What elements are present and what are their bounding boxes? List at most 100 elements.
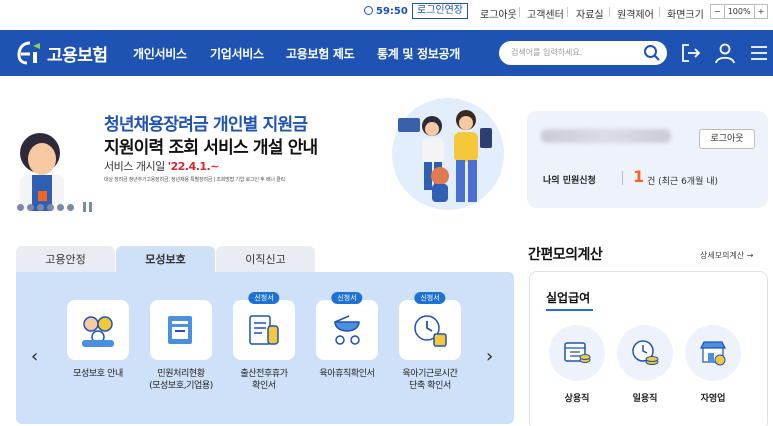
user-icon[interactable]: [714, 42, 736, 64]
menu-personal[interactable]: 개인서비스: [133, 45, 187, 62]
service-maternity-guide[interactable]: 모성보호 안내: [58, 300, 138, 380]
application-count[interactable]: 1: [633, 167, 644, 186]
search-box[interactable]: 검색어를 입력하세요.: [499, 41, 667, 65]
calc-title: 간편모의계산: [528, 247, 603, 263]
service-icon-box: [67, 300, 129, 360]
open-label: 서비스 개시일: [104, 160, 165, 173]
service-icon-box: 신청서: [233, 292, 295, 360]
customer-center-link[interactable]: 고객센터: [527, 6, 564, 21]
service-tabs: 고용안정 모성보호 이직신고 ‹ › 모성보호 안내 민원처리현황 (모성보호,…: [16, 246, 514, 424]
service-label: 출산전후휴가 확인서: [240, 369, 288, 391]
panel-logout-button[interactable]: 로그아웃: [699, 129, 755, 149]
global-nav: 고용보험 개인서비스 기업서비스 고용보험 제도 통계 및 정보공개 검색어를 …: [0, 30, 773, 76]
title-underline: [546, 309, 593, 311]
calc-detail-link[interactable]: 상세모의계산 →: [700, 250, 753, 261]
service-childcare-leave-cert[interactable]: 신청서 육아휴직확인서: [307, 292, 387, 380]
menu-statistics[interactable]: 통계 및 정보공개: [377, 45, 460, 62]
pagination-dot[interactable]: [37, 203, 44, 211]
divider: [519, 7, 520, 17]
chevron-right-icon[interactable]: ›: [486, 346, 493, 367]
banner-title-1: 청년채용장려금 개인별 지원금: [104, 115, 308, 135]
tab-employment-stability[interactable]: 고용안정: [16, 246, 115, 273]
form-bottle-icon: [249, 315, 279, 345]
calc-card: 실업급여 상용직 일용직 자영업: [529, 271, 768, 426]
service-label: 모성보호 안내: [73, 369, 123, 379]
menu-icon[interactable]: [748, 42, 770, 64]
application-badge: 신청서: [414, 292, 446, 304]
pagination-dot[interactable]: [17, 203, 24, 211]
divider: [609, 7, 610, 17]
service-icon-box: 신청서: [316, 292, 378, 360]
calc-item-circle: [549, 325, 605, 381]
calc-card-title: 실업급여: [546, 291, 591, 305]
pagination-dot[interactable]: [47, 203, 54, 211]
document-icon: [168, 316, 192, 344]
user-name-masked: [541, 129, 671, 143]
tab-turnover-report[interactable]: 이직신고: [216, 246, 315, 273]
application-badge: 신청서: [248, 292, 280, 304]
calc-item-circle: [685, 325, 741, 381]
banner-open-date: 서비스 개시일 '22.4.1.~: [104, 158, 219, 174]
divider: [567, 7, 568, 17]
banner-person-illustration: [20, 133, 64, 211]
timer-value: 59:50: [376, 6, 408, 17]
menu-system[interactable]: 고용보험 제도: [286, 45, 355, 62]
logout-icon[interactable]: [680, 42, 702, 64]
logo-mark-icon: [17, 41, 40, 65]
pagination-dot[interactable]: [57, 203, 64, 211]
stroller-icon: [334, 315, 360, 345]
banner-workers-illustration: [392, 98, 504, 210]
divider: [659, 7, 660, 17]
family-icon: [82, 316, 114, 347]
zoom-out-button[interactable]: −: [711, 5, 725, 18]
service-icon-box: 신청서: [399, 292, 461, 360]
calc-item-daily[interactable]: 일용직: [616, 325, 674, 404]
open-date: '22.4.1.~: [167, 160, 220, 173]
logo-text: 고용보험: [47, 45, 108, 66]
pagination-dot[interactable]: [67, 203, 74, 211]
menu-enterprise[interactable]: 기업서비스: [210, 45, 264, 62]
service-label: 육아휴직확인서: [319, 369, 375, 379]
screen-size-label: 화면크기: [667, 10, 704, 21]
remote-control-link[interactable]: 원격제어: [617, 6, 654, 21]
session-timer: 59:50: [364, 6, 408, 17]
application-badge: 신청서: [331, 292, 363, 304]
tab-panel: ‹ › 모성보호 안내 민원처리현황 (모성보호,기업용) 신청서 출산전후휴가…: [16, 272, 514, 424]
service-maternity-leave-cert[interactable]: 신청서 출산전후휴가 확인서: [224, 292, 304, 392]
calc-item-label: 상용직: [564, 394, 590, 404]
calc-item-self-employed[interactable]: 자영업: [684, 325, 742, 404]
clock-icon: [364, 6, 373, 15]
utility-bar: 59:50 로그인연장 로그아웃 고객센터 자료실 원격제어 화면크기 − 10…: [0, 0, 773, 24]
banner-pagination: [17, 202, 95, 212]
pause-icon[interactable]: [83, 202, 92, 212]
service-complaint-status[interactable]: 민원처리현황 (모성보호,기업용): [141, 300, 221, 392]
library-link[interactable]: 자료실: [576, 6, 604, 21]
service-label: 민원처리현황 (모성보호,기업용): [149, 369, 213, 391]
calc-item-regular[interactable]: 상용직: [548, 325, 606, 404]
zoom-in-button[interactable]: +: [755, 5, 768, 18]
calc-item-circle: [617, 325, 673, 381]
banner-detail: 대상 장려금 청년추가고용장려금, 청년채용 특별장려금 | 조회방법 기업 로…: [104, 177, 285, 183]
calendar-coins-icon: [564, 342, 591, 363]
chevron-left-icon[interactable]: ‹: [31, 346, 38, 367]
store-icon: [700, 341, 726, 366]
tab-maternity[interactable]: 모성보호: [116, 246, 215, 273]
login-extend-button[interactable]: 로그인연장: [412, 3, 468, 19]
clock-coins-icon: [632, 340, 659, 365]
service-icon-box: [150, 300, 212, 360]
banner-title-2: 지원이력 조회 서비스 개설 안내: [104, 138, 318, 158]
search-input[interactable]: 검색어를 입력하세요.: [511, 47, 582, 58]
clock-document-icon: [414, 315, 447, 347]
application-count-suffix: 건 (최근 6개월 내): [647, 177, 719, 187]
zoom-value: 100%: [725, 5, 755, 18]
calc-item-label: 자영업: [700, 394, 726, 404]
calc-item-label: 일용직: [632, 394, 658, 404]
pagination-dot[interactable]: [27, 203, 34, 211]
service-label: 육아기근로시간 단축 확인서: [402, 369, 458, 391]
search-icon[interactable]: [643, 44, 661, 62]
service-working-hours-reduction[interactable]: 신청서 육아기근로시간 단축 확인서: [390, 292, 470, 392]
logo[interactable]: 고용보험: [16, 39, 108, 67]
zoom-control: − 100% +: [710, 4, 769, 19]
logout-link[interactable]: 로그아웃: [480, 6, 517, 21]
my-application-label[interactable]: 나의 민원신청: [543, 173, 596, 186]
